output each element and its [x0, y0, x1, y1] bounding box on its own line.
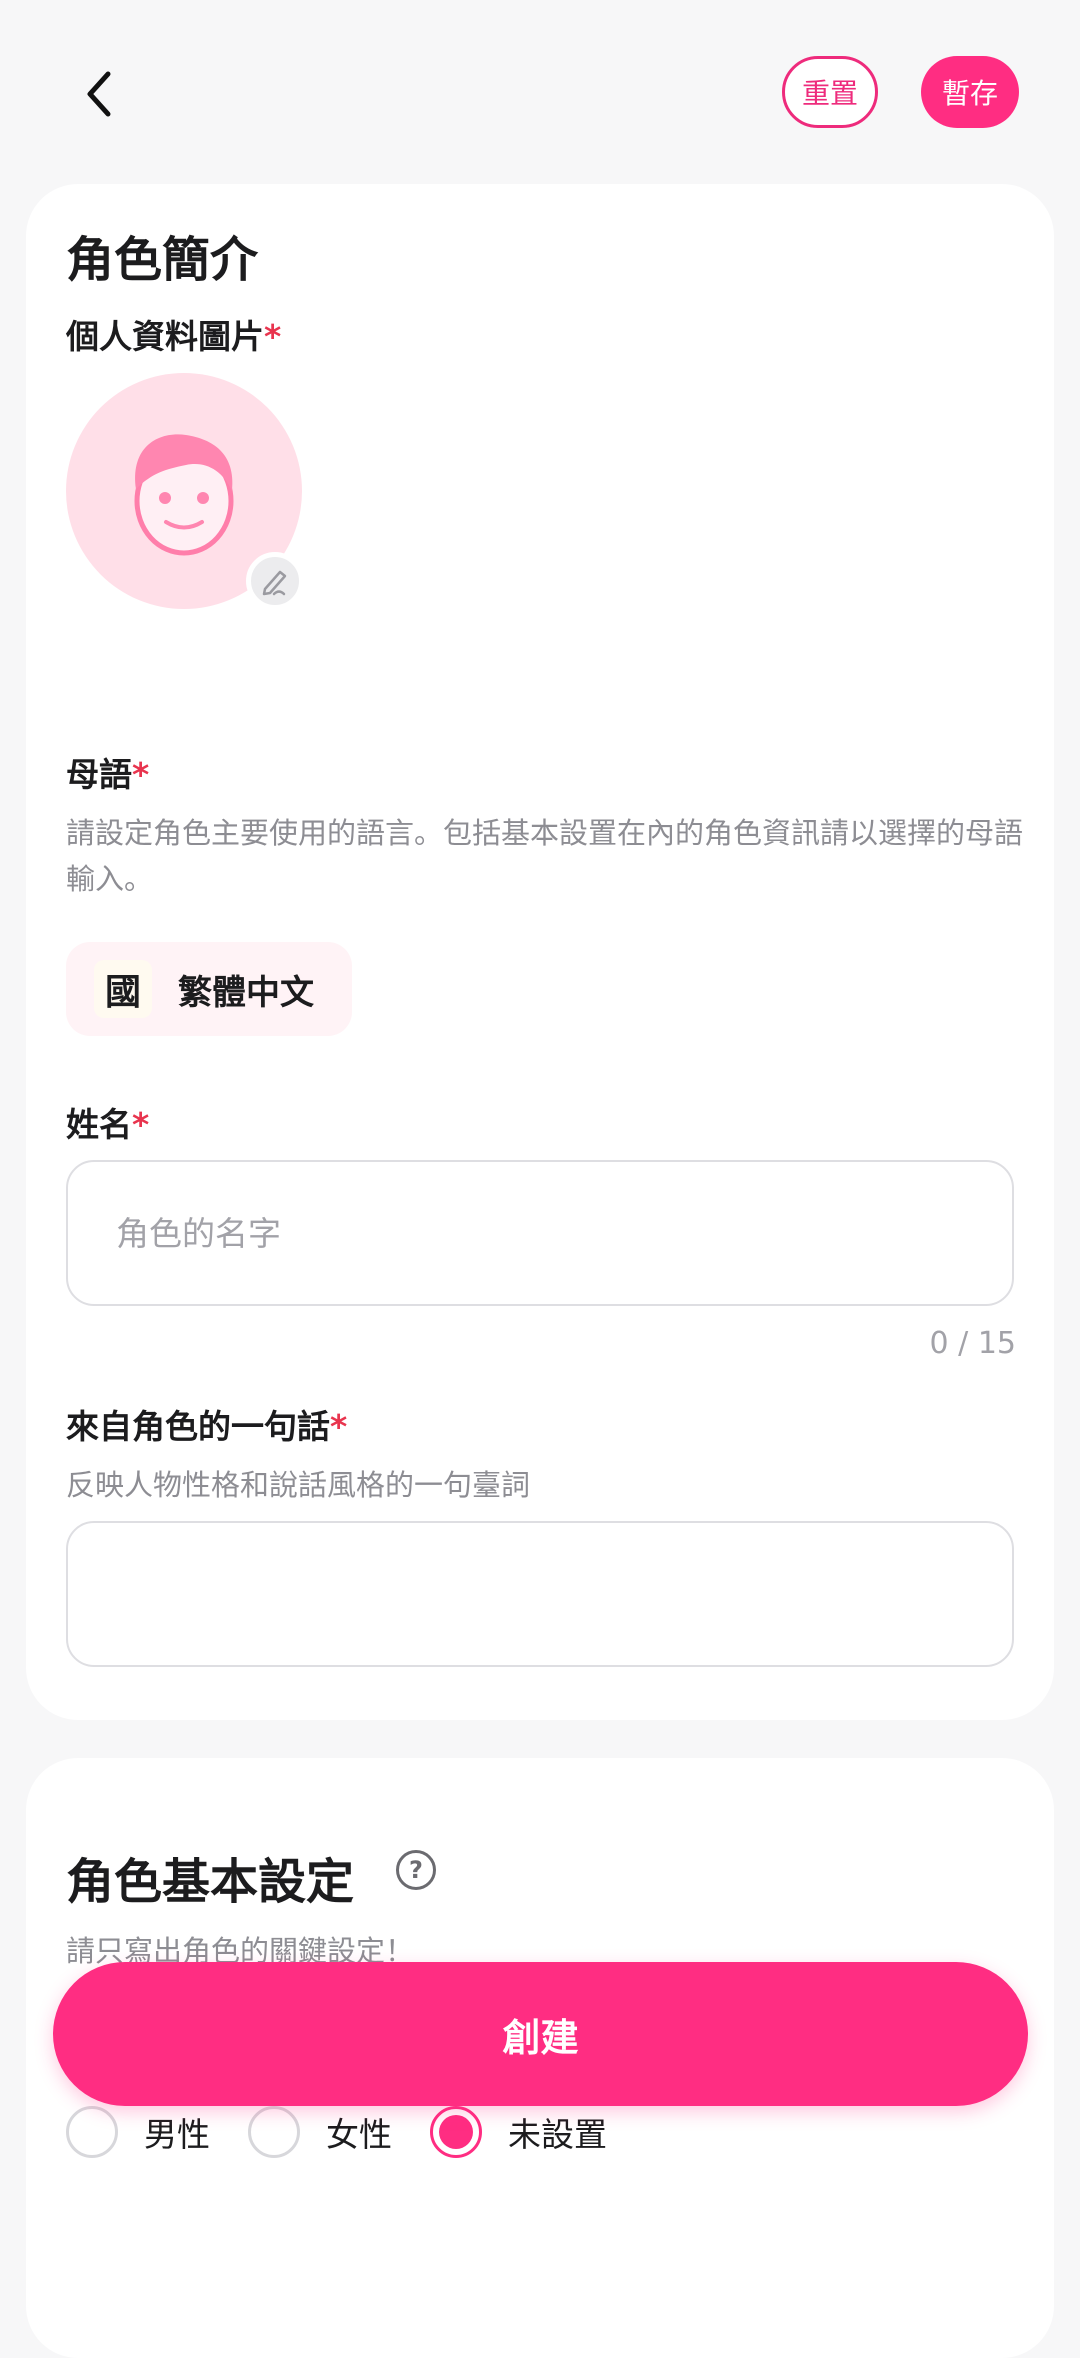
- quote-label: 來自角色的一句話*: [66, 1400, 347, 1448]
- avatar-label: 個人資料圖片*: [66, 310, 281, 358]
- gender-radio-group: 男性 女性 未設置: [66, 2104, 645, 2160]
- radio-button[interactable]: [66, 2106, 118, 2158]
- radio-button-selected[interactable]: [430, 2106, 482, 2158]
- flag-icon: 國: [94, 960, 152, 1018]
- gender-label: 女性: [326, 2115, 392, 2154]
- required-mark: *: [330, 1407, 348, 1446]
- language-label-text: 母語: [66, 755, 132, 794]
- save-draft-button[interactable]: 暫存: [921, 56, 1019, 128]
- gender-option-male[interactable]: 男性: [66, 2106, 210, 2158]
- radio-dot: [439, 2115, 473, 2149]
- pencil-icon: [262, 570, 287, 596]
- required-mark: *: [132, 755, 150, 794]
- language-hint: 請設定角色主要使用的語言。包括基本設置在內的角色資訊請以選擇的母語輸入。: [66, 816, 1024, 896]
- back-button[interactable]: [68, 64, 128, 124]
- name-label-text: 姓名: [66, 1105, 132, 1144]
- profile-card: 角色簡介 個人資料圖片* 母語* 請設定角色主要使用的語言。包括基本設置在內的角…: [26, 184, 1054, 1720]
- radio-button[interactable]: [248, 2106, 300, 2158]
- section-title-profile: 角色簡介: [66, 232, 259, 288]
- language-selector[interactable]: 國 繁體中文: [66, 942, 352, 1036]
- top-bar: 重置 暫存: [0, 0, 1080, 180]
- reset-button[interactable]: 重置: [782, 56, 878, 128]
- name-label: 姓名*: [66, 1098, 149, 1146]
- section-title-basic-settings: 角色基本設定: [66, 1854, 355, 1910]
- language-label: 母語*: [66, 748, 149, 796]
- avatar-label-text: 個人資料圖片: [66, 317, 264, 356]
- gender-label: 男性: [144, 2115, 210, 2154]
- quote-input[interactable]: [66, 1521, 1014, 1667]
- quote-hint: 反映人物性格和說話風格的一句臺詞: [66, 1468, 531, 1502]
- gender-option-unset[interactable]: 未設置: [430, 2106, 607, 2158]
- edit-avatar-button[interactable]: [246, 552, 304, 610]
- help-icon[interactable]: ?: [396, 1850, 436, 1890]
- gender-option-female[interactable]: 女性: [248, 2106, 392, 2158]
- name-input[interactable]: [66, 1160, 1014, 1306]
- create-button[interactable]: 創建: [53, 1962, 1028, 2106]
- quote-label-text: 來自角色的一句話: [66, 1407, 330, 1446]
- required-mark: *: [132, 1105, 150, 1144]
- selected-language: 繁體中文: [178, 972, 314, 1013]
- gender-label: 未設置: [508, 2115, 607, 2154]
- chevron-left-icon: [87, 71, 111, 117]
- name-char-counter: 0 / 15: [929, 1326, 1016, 1361]
- required-mark: *: [264, 317, 282, 356]
